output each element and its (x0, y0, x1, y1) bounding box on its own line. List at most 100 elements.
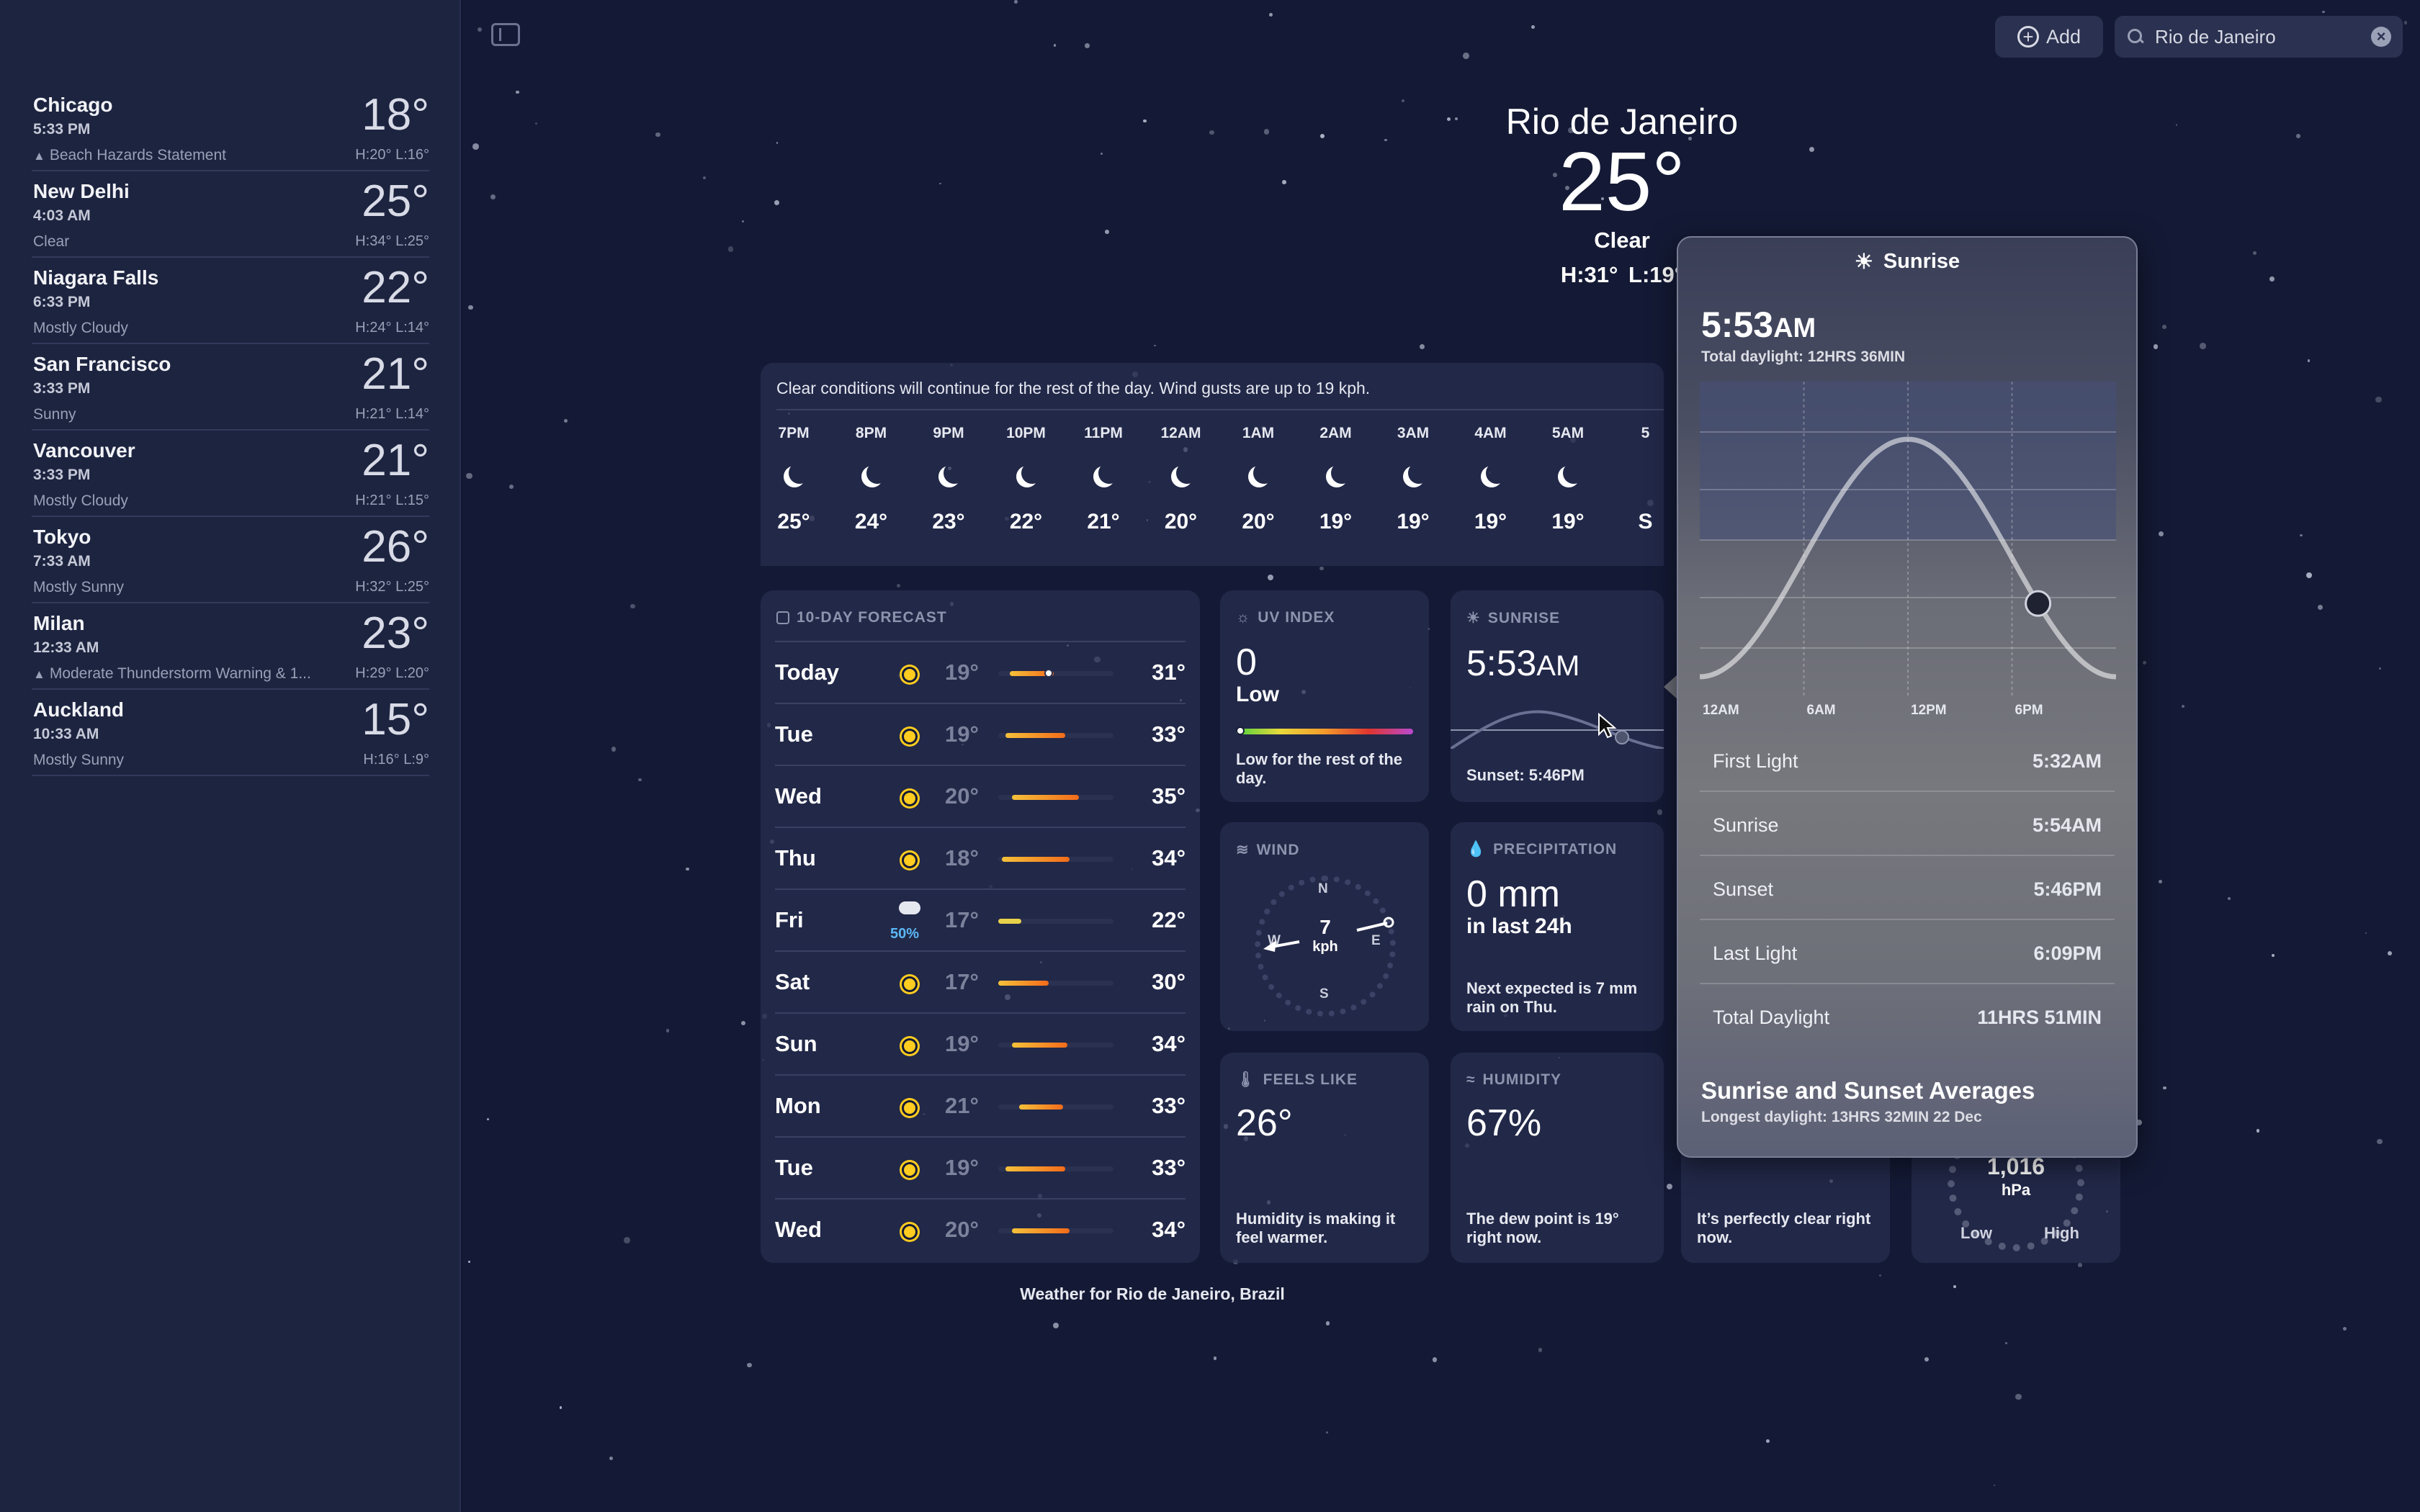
sidebar-city-item[interactable]: Auckland 10:33 AM Mostly Sunny 15° H:16°… (0, 690, 461, 776)
sunrise-title: ☀ SUNRISE (1466, 609, 1560, 627)
day-high: 34° (1152, 845, 1186, 870)
day-high: 35° (1152, 783, 1186, 809)
plus-circle-icon: + (2017, 26, 2039, 48)
uv-index-card[interactable]: ☼ UV INDEX 0 Low Low for the rest of the… (1220, 590, 1429, 802)
temp-range-track (998, 1104, 1113, 1110)
hourly-item: 8PM 24° (839, 425, 904, 534)
snowflake-particle (1084, 43, 1090, 49)
city-name: Auckland (33, 698, 125, 721)
sun-icon (897, 972, 922, 996)
hourly-item: 1AM 20° (1226, 425, 1291, 534)
sun-icon (897, 724, 922, 749)
precip-value: 0 mm (1466, 873, 1560, 915)
search-icon (2128, 29, 2143, 45)
city-high-low: H:16° L:9° (363, 752, 429, 768)
city-name: New Delhi (33, 180, 130, 202)
sidebar-city-item[interactable]: Niagara Falls 6:33 PM Mostly Cloudy 22° … (0, 258, 461, 344)
forecast-day-row[interactable]: Today 19° 31° (775, 641, 1186, 703)
daylight-chart (1700, 382, 2116, 698)
snowflake-particle (1105, 230, 1109, 235)
snowflake-particle (1953, 1285, 1956, 1289)
city-local-time: 5:33 PM (33, 121, 91, 138)
ten-day-forecast-card[interactable]: 10-DAY FORECAST Today 19° 31° Tue 19° 33… (761, 590, 1200, 1263)
snowflake-particle (2379, 667, 2382, 670)
sunrise-icon (1634, 464, 1658, 488)
sidebar-city-item[interactable]: San Francisco 3:33 PM Sunny 21° H:21° L:… (0, 344, 461, 431)
city-condition-text: Mostly Sunny (33, 579, 125, 595)
calendar-icon (776, 611, 789, 624)
snowflake-particle (1263, 129, 1270, 135)
sun-event-label: Total Daylight (1713, 1007, 1830, 1028)
hour-temp: 19° (1551, 510, 1585, 534)
city-name: Niagara Falls (33, 266, 159, 289)
snowflake-particle (776, 142, 779, 144)
day-low: 19° (945, 1155, 979, 1180)
sun-icon (897, 1158, 922, 1182)
precipitation-card[interactable]: 💧 PRECIPITATION 0 mm in last 24h Next ex… (1451, 822, 1664, 1031)
sun-icon (897, 848, 922, 873)
search-field[interactable]: × (2115, 16, 2403, 58)
rain-chance: 50% (890, 926, 920, 942)
hour-label: 8PM (855, 425, 887, 441)
forecast-day-row[interactable]: Fri 50% 17° 22° (775, 888, 1186, 950)
forecast-day-row[interactable]: Sat 17° 30° (775, 950, 1186, 1012)
sidebar-city-item[interactable]: Tokyo 7:33 AM Mostly Sunny 26° H:32° L:2… (0, 517, 461, 603)
forecast-day-row[interactable]: Tue 19° 33° (775, 1136, 1186, 1198)
feels-like-card[interactable]: 🌡 FEELS LIKE 26° Humidity is making it f… (1220, 1053, 1429, 1263)
sunrise-title-label: SUNRISE (1487, 609, 1561, 626)
forecast-day-row[interactable]: Sun 19° 34° (775, 1012, 1186, 1074)
city-local-time: 7:33 AM (33, 553, 91, 570)
sidebar-city-item[interactable]: Milan 12:33 AM ▲ Moderate Thunderstorm Wa… (0, 603, 461, 690)
day-high: 30° (1152, 969, 1186, 994)
search-input[interactable] (2155, 25, 2371, 48)
precip-title-label: PRECIPITATION (1493, 841, 1618, 858)
hourly-item: 5 S (1613, 425, 1664, 534)
warning-icon: ▲ (33, 149, 45, 163)
hour-temp: 19° (1319, 510, 1353, 534)
city-name: Milan (33, 612, 85, 634)
humidity-card[interactable]: ≈ HUMIDITY 67% The dew point is 19° righ… (1451, 1053, 1664, 1263)
snowflake-particle (2159, 879, 2163, 884)
day-name: Fri (775, 907, 804, 932)
sun-event-label: Sunset (1713, 878, 1774, 900)
forecast-day-row[interactable]: Tue 19° 33° (775, 703, 1186, 765)
sun-event-row: Sunset 5:46PM (1700, 857, 2115, 920)
sunrise-card[interactable]: ☀ SUNRISE 5:53AM Sunset: 5:46PM (1451, 590, 1664, 802)
humidity-icon: ≈ (1466, 1071, 1476, 1088)
city-condition: ▲ Moderate Thunderstorm Warning & 1... (33, 665, 311, 683)
sun-event-row: Last Light 6:09PM (1700, 921, 2115, 984)
rain-cloud-icon (897, 899, 922, 923)
uv-description: Low for the rest of the day. (1236, 750, 1402, 788)
city-condition-text: Mostly Cloudy (33, 492, 128, 509)
forecast-day-row[interactable]: Wed 20° 35° (775, 765, 1186, 827)
sidebar-city-item[interactable]: Chicago 5:33 PM ▲ Beach Hazards Statement… (0, 85, 461, 171)
temp-range-bar (1012, 1043, 1067, 1048)
snowflake-particle (1657, 809, 1663, 815)
add-button[interactable]: + Add (1995, 16, 2103, 58)
hourly-item: 11PM 21° (1071, 425, 1136, 534)
sun-small-icon: ☼ (1236, 609, 1251, 626)
snowflake-particle (741, 1020, 746, 1025)
forecast-day-row[interactable]: Mon 21° 33° (775, 1074, 1186, 1136)
precip-description: Next expected is 7 mm rain on Thu. (1466, 979, 1638, 1017)
averages-title[interactable]: Sunrise and Sunset Averages (1701, 1077, 2035, 1104)
sidebar-city-item[interactable]: New Delhi 4:03 AM Clear 25° H:34° L:25° (0, 171, 461, 258)
location-footer[interactable]: Weather for Rio de Janeiro, Brazil (936, 1284, 1368, 1304)
day-name: Thu (775, 845, 816, 870)
droplet-icon: 💧 (1466, 841, 1487, 858)
current-temperature: 25° (1559, 135, 1685, 228)
hourly-item: 9PM 23° (916, 425, 981, 534)
sun-icon (897, 1096, 922, 1120)
snowflake-particle (1319, 566, 1324, 570)
popover-arrow (1664, 674, 1678, 700)
clear-search-icon[interactable]: × (2371, 27, 2391, 47)
moon-stars-icon (781, 464, 806, 488)
day-name: Mon (775, 1093, 821, 1118)
snowflake-particle (1154, 345, 1156, 347)
forecast-day-row[interactable]: Wed 20° 34° (775, 1198, 1186, 1260)
wind-card[interactable]: ≋ WIND N S E W 7 kph (1220, 822, 1429, 1031)
sidebar-city-item[interactable]: Vancouver 3:33 PM Mostly Cloudy 21° H:21… (0, 431, 461, 517)
hourly-forecast-card[interactable]: Clear conditions will continue for the r… (761, 363, 1664, 566)
sidebar-toggle-icon[interactable] (491, 23, 520, 46)
forecast-day-row[interactable]: Thu 18° 34° (775, 827, 1186, 888)
